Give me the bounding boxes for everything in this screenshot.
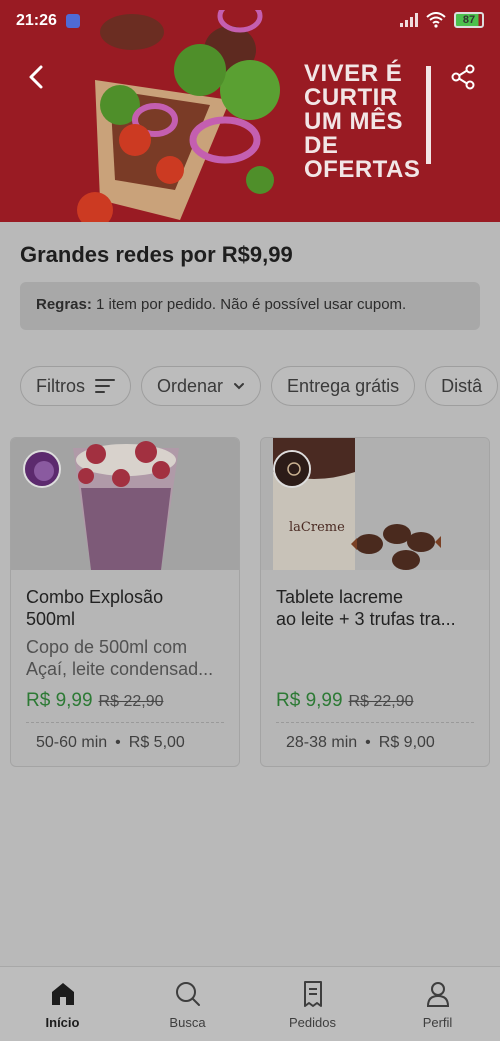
rules-label: Regras: bbox=[36, 296, 92, 313]
chip-label: Distâ bbox=[441, 375, 483, 396]
page-title: Grandes redes por R$9,99 bbox=[20, 242, 293, 267]
filter-chips: Filtros Ordenar Entrega grátis Distâ bbox=[20, 366, 500, 408]
hero-headline-line: CURTIR bbox=[304, 84, 398, 111]
product-title-line: Tablete lacreme bbox=[276, 587, 404, 607]
delivery-time: 50-60 min bbox=[36, 734, 108, 751]
delivery-fee: R$ 5,00 bbox=[128, 734, 185, 751]
rules-text: 1 item por pedido. Não é possível usar c… bbox=[91, 296, 407, 313]
chip-label: Ordenar bbox=[157, 375, 224, 396]
chip-label: Entrega grátis bbox=[287, 375, 400, 396]
store-logo bbox=[23, 450, 61, 488]
person-icon bbox=[426, 982, 449, 1007]
filter-chip-entrega-gratis[interactable]: Entrega grátis bbox=[271, 366, 416, 406]
chip-label: Filtros bbox=[36, 375, 85, 396]
card-divider bbox=[26, 722, 224, 723]
nav-item-perfil[interactable]: Perfil bbox=[375, 967, 500, 1041]
delivery-meta: 50-60 min • R$ 5,00 bbox=[36, 734, 185, 752]
wifi-icon bbox=[426, 12, 446, 28]
product-price: R$ 9,99 bbox=[276, 690, 343, 711]
hero-headline-line: UM MÊS DE bbox=[304, 108, 403, 159]
product-title-line: 500ml bbox=[26, 609, 76, 629]
meta-separator: • bbox=[115, 734, 121, 751]
filter-chip-distancia[interactable]: Distâ bbox=[425, 366, 499, 406]
nav-label: Início bbox=[45, 1015, 80, 1030]
price-row: R$ 9,99 R$ 22,90 bbox=[276, 690, 413, 712]
delivery-fee: R$ 9,00 bbox=[378, 734, 435, 751]
receipt-icon bbox=[303, 981, 322, 1007]
product-desc-line: Açaí, leite condensad... bbox=[26, 659, 214, 679]
product-old-price: R$ 22,90 bbox=[98, 693, 164, 710]
hero-banner: 21:26 87 VIVER É CURTIR UM MÊS DE OFERTA… bbox=[0, 0, 500, 222]
nav-item-busca[interactable]: Busca bbox=[125, 967, 250, 1041]
nav-item-inicio[interactable]: Início bbox=[0, 967, 125, 1041]
product-title: Tablete lacreme ao leite + 3 trufas tra.… bbox=[276, 586, 481, 630]
meta-separator: • bbox=[365, 734, 371, 751]
store-logo bbox=[273, 450, 311, 488]
nav-label: Pedidos bbox=[289, 1015, 336, 1030]
hero-headline-line: VIVER É bbox=[304, 60, 403, 87]
nav-label: Busca bbox=[169, 1015, 206, 1030]
product-description: Copo de 500ml com Açaí, leite condensad.… bbox=[26, 636, 231, 680]
product-price: R$ 9,99 bbox=[26, 690, 93, 711]
price-row: R$ 9,99 R$ 22,90 bbox=[26, 690, 163, 712]
product-title-line: ao leite + 3 trufas tra... bbox=[276, 609, 456, 629]
bottom-navigation: Início Busca Pedidos Perfil bbox=[0, 966, 500, 1041]
share-button[interactable] bbox=[448, 62, 478, 92]
search-icon bbox=[175, 982, 200, 1006]
status-time: 21:26 bbox=[16, 12, 57, 29]
hero-headline-line: OFERTAS bbox=[304, 156, 421, 183]
delivery-meta: 28-38 min • R$ 9,00 bbox=[286, 734, 435, 752]
hero-divider bbox=[426, 66, 431, 164]
signal-icon bbox=[400, 13, 418, 27]
battery-icon: 87 bbox=[454, 12, 484, 28]
product-card[interactable]: Tablete lacreme ao leite + 3 trufas tra.… bbox=[260, 437, 490, 767]
chevron-left-icon bbox=[29, 65, 43, 89]
filter-lines-icon bbox=[95, 379, 115, 393]
rules-box: Regras: 1 item por pedido. Não é possíve… bbox=[20, 282, 480, 330]
product-title: Combo Explosão 500ml bbox=[26, 586, 231, 630]
product-old-price: R$ 22,90 bbox=[348, 693, 414, 710]
card-divider bbox=[276, 722, 474, 723]
nav-item-pedidos[interactable]: Pedidos bbox=[250, 967, 375, 1041]
nav-label: Perfil bbox=[422, 1015, 453, 1030]
delivery-time: 28-38 min bbox=[286, 734, 358, 751]
hero-headline: VIVER É CURTIR UM MÊS DE OFERTAS bbox=[304, 60, 421, 183]
share-icon bbox=[451, 64, 475, 90]
product-image-label: laCreme bbox=[289, 520, 345, 535]
back-button[interactable] bbox=[22, 62, 52, 92]
filter-chip-filtros[interactable]: Filtros bbox=[20, 366, 131, 406]
product-title-line: Combo Explosão bbox=[26, 587, 164, 607]
product-desc-line: Copo de 500ml com bbox=[26, 637, 188, 657]
chevron-down-icon bbox=[234, 383, 245, 390]
wrap-food-image bbox=[77, 10, 280, 222]
product-card[interactable]: Combo Explosão 500ml Copo de 500ml com A… bbox=[10, 437, 240, 767]
home-icon bbox=[51, 983, 74, 1005]
filter-chip-ordenar[interactable]: Ordenar bbox=[141, 366, 262, 406]
